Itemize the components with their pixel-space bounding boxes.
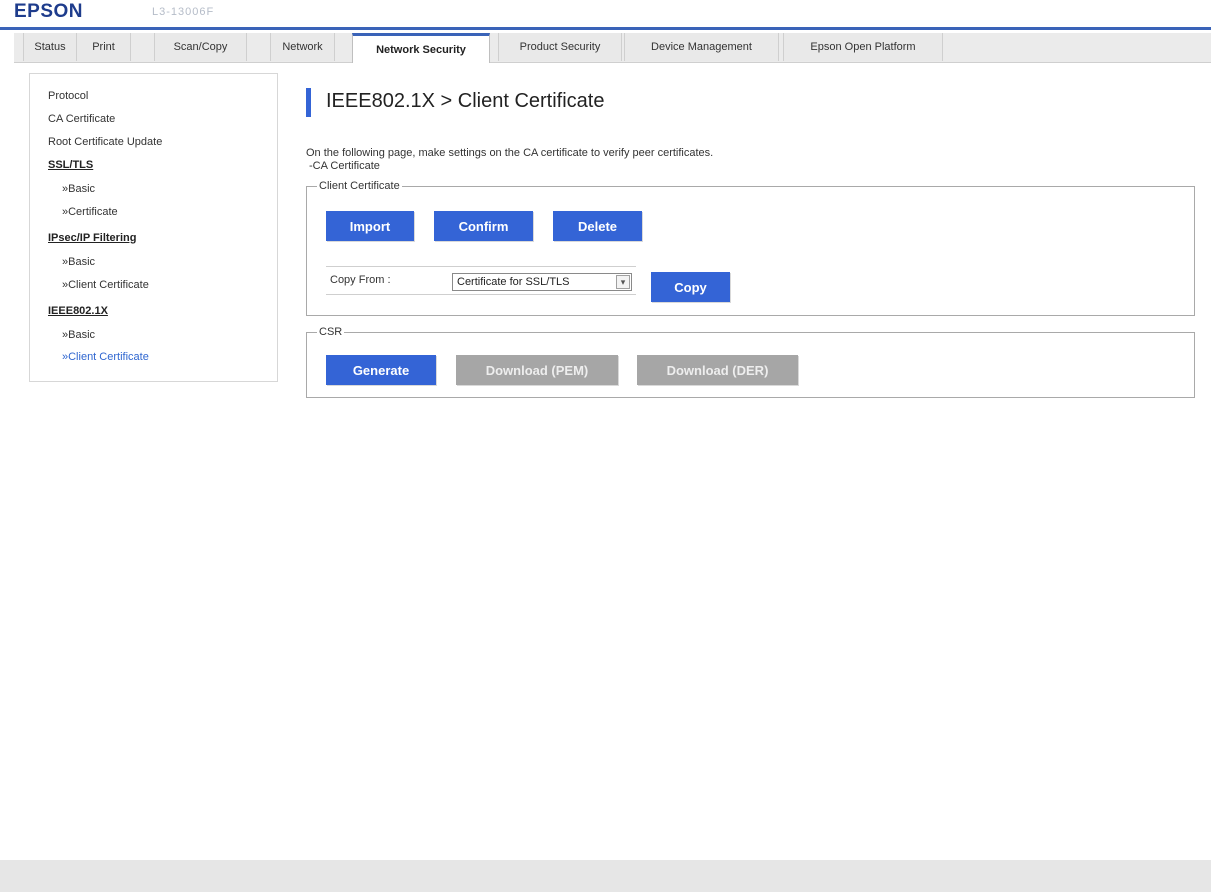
download-der-button[interactable]: Download (DER) [637, 355, 798, 385]
sidebar-heading-ieee8021x[interactable]: IEEE802.1X [48, 305, 108, 317]
page-title: IEEE802.1X > Client Certificate [326, 90, 605, 112]
sidebar-item-ipsec-client-certificate[interactable]: »Client Certificate [62, 279, 149, 291]
chevron-down-icon[interactable]: ▾ [616, 275, 630, 289]
client-certificate-group: Client Certificate [306, 180, 1195, 316]
sidebar-item-ieee-basic[interactable]: »Basic [62, 329, 95, 341]
tab-product-security[interactable]: Product Security [498, 33, 622, 61]
page-description: On the following page, make settings on … [306, 147, 714, 159]
generate-button[interactable]: Generate [326, 355, 436, 385]
sidebar-item-protocol[interactable]: Protocol [48, 90, 88, 102]
copy-from-select[interactable]: Certificate for SSL/TLS ▾ [452, 273, 632, 291]
copy-from-selected-value: Certificate for SSL/TLS [457, 276, 570, 288]
tab-scan-copy[interactable]: Scan/Copy [154, 33, 247, 61]
sidebar-item-ca-certificate[interactable]: CA Certificate [48, 113, 115, 125]
tab-network-security[interactable]: Network Security [352, 33, 490, 63]
header-divider [0, 27, 1211, 30]
sidebar-item-ssl-basic[interactable]: »Basic [62, 183, 95, 195]
copy-from-label: Copy From : [330, 274, 391, 286]
csr-legend: CSR [319, 326, 343, 338]
tab-network[interactable]: Network [270, 33, 335, 61]
tab-device-management[interactable]: Device Management [624, 33, 779, 61]
download-pem-button[interactable]: Download (PEM) [456, 355, 618, 385]
printer-model-name: L3-13006F [152, 6, 215, 18]
tab-epson-open-platform[interactable]: Epson Open Platform [783, 33, 943, 61]
sidebar-item-ssl-certificate[interactable]: »Certificate [62, 206, 118, 218]
ca-certificate-link[interactable]: -CA Certificate [309, 160, 380, 172]
epson-logo: EPSON [14, 1, 84, 22]
import-button[interactable]: Import [326, 211, 414, 241]
page-footer [0, 860, 1211, 892]
sidebar-heading-ssl-tls[interactable]: SSL/TLS [48, 159, 93, 171]
sidebar-item-ipsec-basic[interactable]: »Basic [62, 256, 95, 268]
copy-row-top-border [326, 266, 636, 267]
tab-status[interactable]: Status [23, 33, 77, 61]
title-accent-bar [306, 88, 311, 117]
sidebar-item-root-certificate-update[interactable]: Root Certificate Update [48, 136, 162, 148]
sidebar-item-ieee-client-certificate[interactable]: »Client Certificate [62, 351, 149, 363]
copy-row-bottom-border [326, 294, 636, 295]
tab-print[interactable]: Print [76, 33, 131, 61]
confirm-button[interactable]: Confirm [434, 211, 533, 241]
delete-button[interactable]: Delete [553, 211, 642, 241]
client-certificate-legend: Client Certificate [319, 180, 400, 192]
sidebar-heading-ipsec-ip-filtering[interactable]: IPsec/IP Filtering [48, 232, 136, 244]
copy-button[interactable]: Copy [651, 272, 730, 302]
